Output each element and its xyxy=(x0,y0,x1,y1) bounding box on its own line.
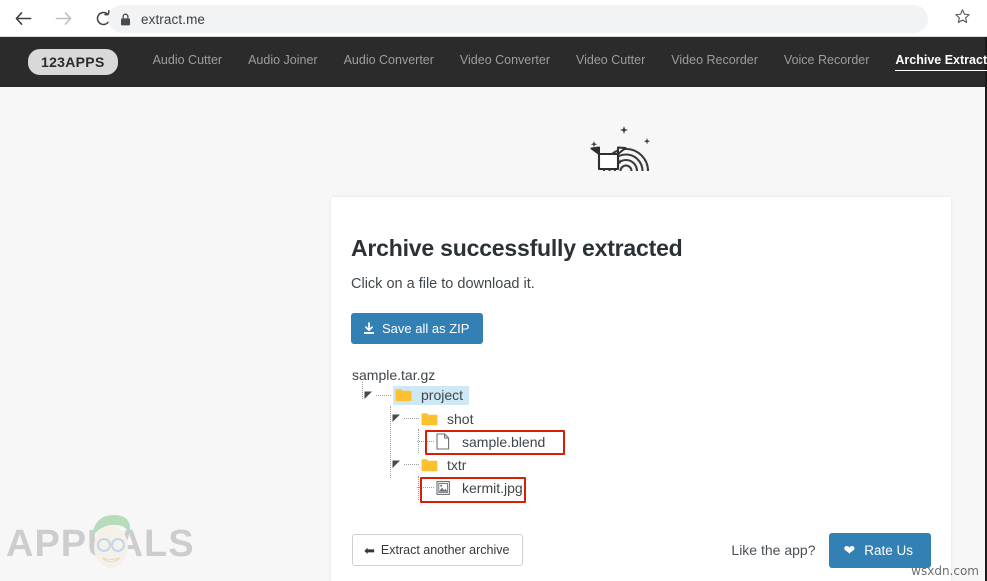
back-button[interactable] xyxy=(6,2,40,36)
heart-icon: ❤ xyxy=(843,543,855,557)
save-all-as-zip-label: Save all as ZIP xyxy=(382,321,469,336)
tree-row-kermit-jpg[interactable]: kermit.jpg xyxy=(417,476,951,499)
rate-us-button[interactable]: ❤ Rate Us xyxy=(829,533,931,568)
watermark-wsxdn: wsxdn.com xyxy=(911,564,979,578)
tree-dash-kermit-jpg xyxy=(417,487,434,488)
extract-another-archive-label: Extract another archive xyxy=(381,543,510,557)
triangle-expander-icon[interactable] xyxy=(391,413,402,424)
tree-dash-shot xyxy=(404,418,419,419)
triangle-expander-icon[interactable] xyxy=(363,390,374,401)
tree-dash-sample-blend xyxy=(417,441,434,442)
tree-row-txtr[interactable]: txtr xyxy=(391,453,951,476)
forward-button[interactable] xyxy=(46,2,80,36)
tree-row-project[interactable]: project xyxy=(363,384,951,407)
tree-label-kermit-jpg: kermit.jpg xyxy=(462,480,523,496)
rate-section: Like the app? ❤ Rate Us xyxy=(731,533,931,568)
download-icon xyxy=(363,322,375,335)
page-title: Archive successfully extracted xyxy=(351,235,951,262)
address-bar[interactable]: extract.me xyxy=(108,5,928,33)
tree-row-project-selected[interactable]: project xyxy=(393,386,469,405)
rate-us-label: Rate Us xyxy=(864,543,913,558)
box-with-rainbow-icon xyxy=(585,121,655,183)
nav-link-video-recorder[interactable]: Video Recorder xyxy=(671,53,758,71)
tree-row-sample-blend[interactable]: sample.blend xyxy=(417,430,951,453)
triangle-expander-icon[interactable] xyxy=(391,459,402,470)
folder-icon xyxy=(421,412,441,426)
url-text[interactable]: extract.me xyxy=(141,12,205,27)
tree-dash-project xyxy=(376,395,391,396)
nav-link-archive-extractor[interactable]: Archive Extractor xyxy=(895,53,987,71)
nav-link-audio-joiner[interactable]: Audio Joiner xyxy=(248,53,318,71)
tree-row-archive[interactable]: sample.tar.gz xyxy=(351,366,951,384)
save-all-as-zip-button[interactable]: Save all as ZIP xyxy=(351,313,483,344)
folder-icon xyxy=(421,458,441,472)
tree-row-shot[interactable]: shot xyxy=(391,407,951,430)
nav-links: Audio Cutter Audio Joiner Audio Converte… xyxy=(140,53,987,71)
card-subtitle: Click on a file to download it. xyxy=(351,276,951,292)
like-the-app-label: Like the app? xyxy=(731,542,815,558)
forward-arrow-icon xyxy=(54,9,73,28)
tree-dash-txtr xyxy=(404,464,419,465)
tree-label-shot: shot xyxy=(447,411,473,427)
extract-another-archive-button[interactable]: ⬅ Extract another archive xyxy=(352,534,523,566)
nav-link-voice-recorder[interactable]: Voice Recorder xyxy=(784,53,869,71)
card-footer: ⬅ Extract another archive Like the app? … xyxy=(331,513,951,581)
arrow-left-icon: ⬅ xyxy=(364,544,375,557)
nav-link-audio-converter[interactable]: Audio Converter xyxy=(344,53,434,71)
archive-file-tree: sample.tar.gz xyxy=(351,366,951,499)
card-content: Archive successfully extracted Click on … xyxy=(331,197,951,499)
nav-link-video-cutter[interactable]: Video Cutter xyxy=(576,53,645,71)
lock-icon xyxy=(120,13,131,26)
archive-name-label: sample.tar.gz xyxy=(352,367,435,383)
star-icon xyxy=(954,8,971,30)
result-card: Archive successfully extracted Click on … xyxy=(331,197,951,581)
file-image-icon xyxy=(436,480,456,496)
browser-toolbar: extract.me xyxy=(0,0,987,37)
page-viewport: 123APPS Audio Cutter Audio Joiner Audio … xyxy=(0,37,987,581)
tree-label-sample-blend: sample.blend xyxy=(462,434,545,450)
back-arrow-icon xyxy=(14,9,33,28)
file-document-icon xyxy=(436,433,456,450)
logo-123apps[interactable]: 123APPS xyxy=(28,49,118,75)
tree-label-txtr: txtr xyxy=(447,457,466,473)
watermark-appuals: APPUALS xyxy=(6,513,216,575)
site-navbar: 123APPS Audio Cutter Audio Joiner Audio … xyxy=(0,37,985,87)
bookmark-button[interactable] xyxy=(949,6,975,32)
folder-icon xyxy=(395,388,415,402)
tree-label-project: project xyxy=(421,387,463,403)
nav-link-video-converter[interactable]: Video Converter xyxy=(460,53,550,71)
screenshot-root: extract.me 123APPS Audio Cutter Audio Jo… xyxy=(0,0,987,581)
nav-link-audio-cutter[interactable]: Audio Cutter xyxy=(153,53,222,71)
